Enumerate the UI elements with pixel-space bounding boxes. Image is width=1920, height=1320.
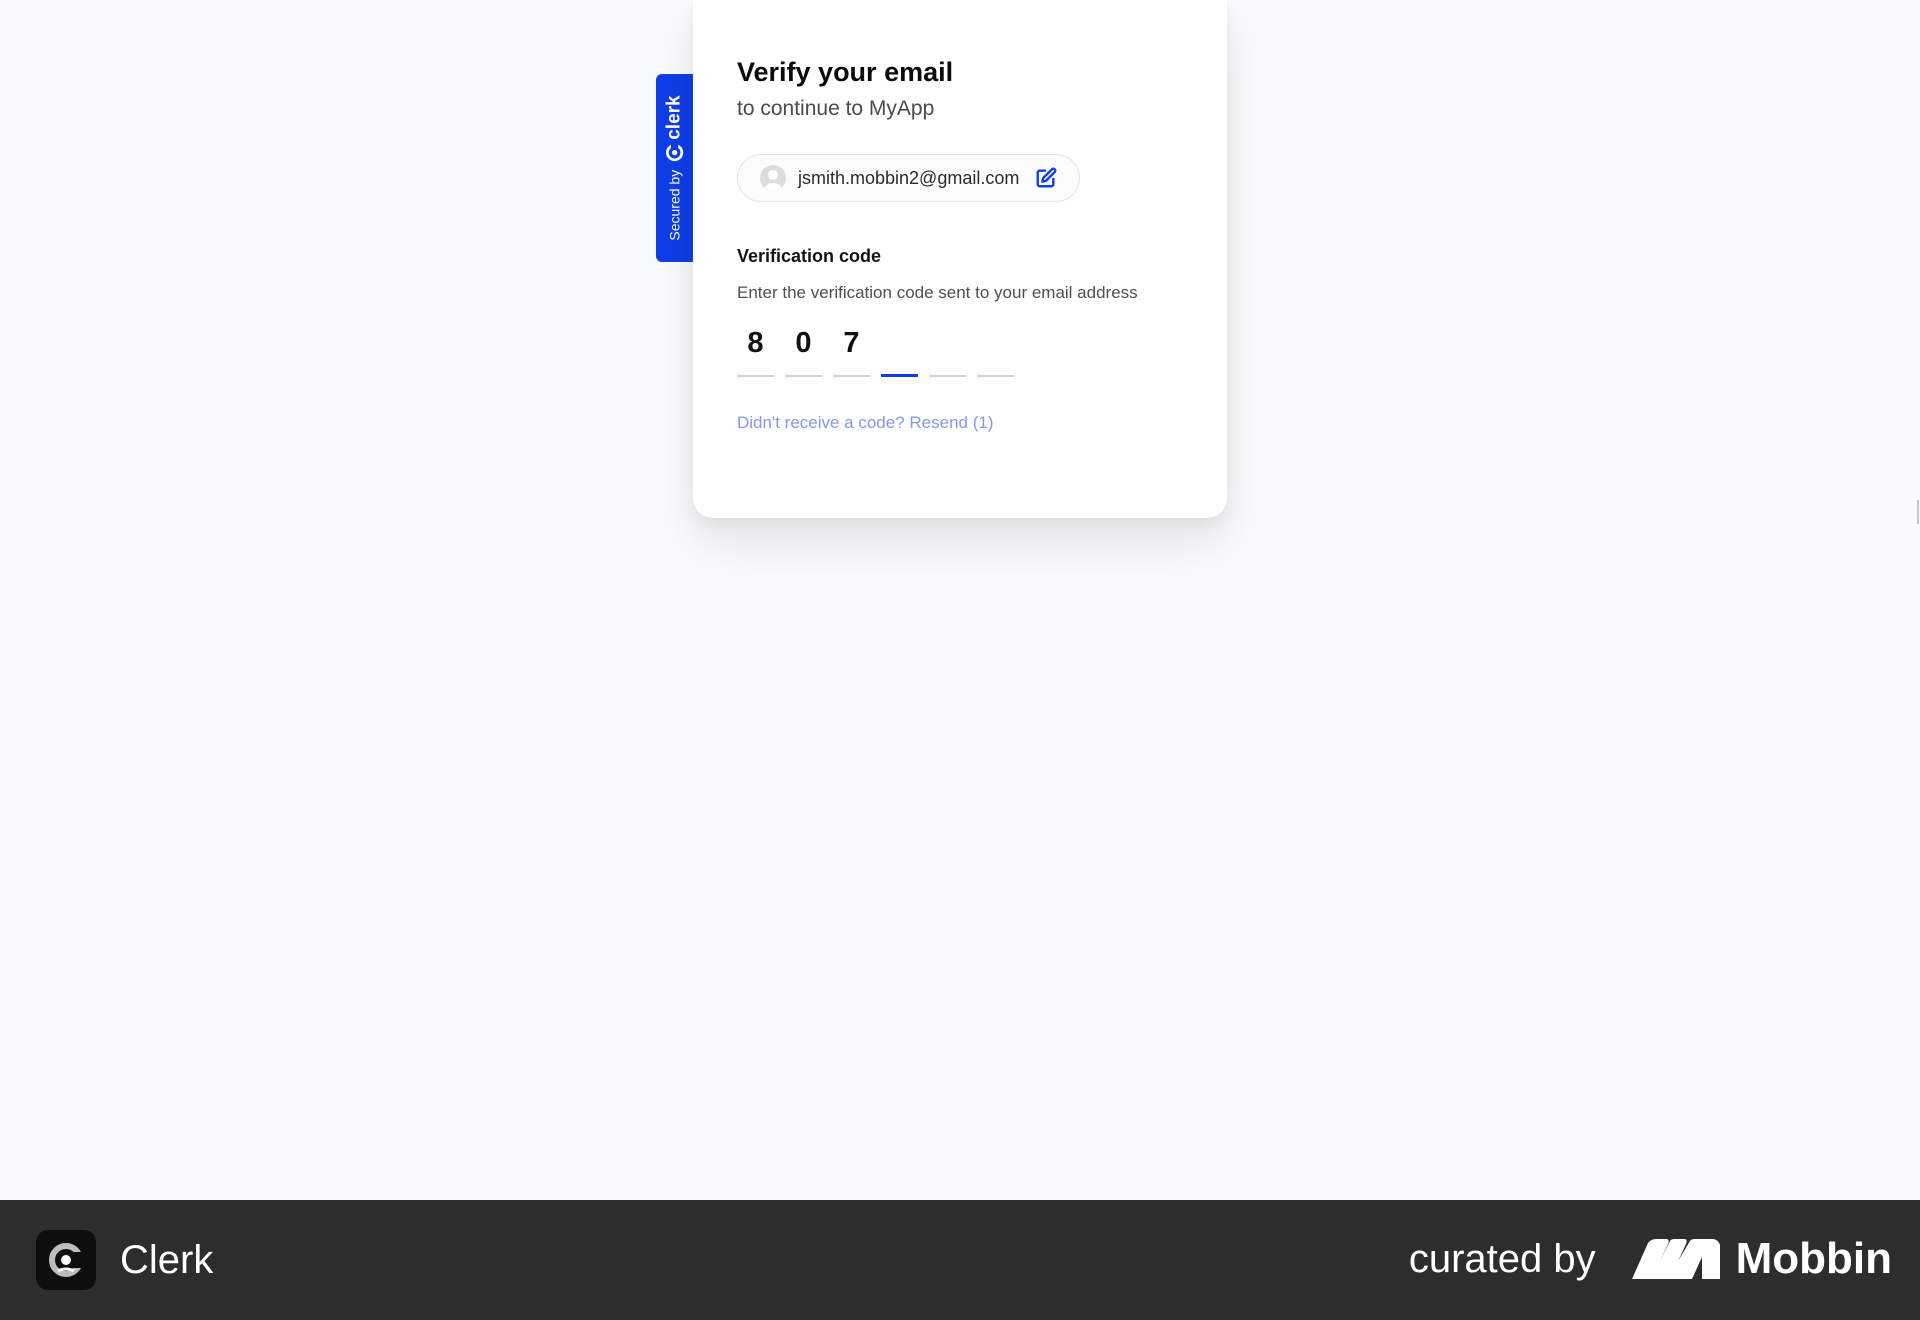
otp-digit-5[interactable] — [929, 321, 966, 377]
verification-code-label: Verification code — [737, 246, 882, 266]
otp-digit-4[interactable] — [881, 321, 918, 377]
edit-pencil-icon[interactable] — [1035, 167, 1057, 189]
verification-code-hint: Enter the verification code sent to your… — [737, 283, 1138, 302]
otp-digit-2[interactable]: 0 — [785, 321, 822, 377]
resend-code-link[interactable]: Didn't receive a code? Resend (1) — [737, 413, 994, 433]
curated-by-label: curated by — [1408, 1236, 1596, 1281]
secured-by-label: Secured by — [667, 169, 684, 241]
verify-email-card: Verify your email to continue to MyApp j… — [693, 0, 1227, 518]
secured-by-clerk-badge[interactable]: Secured by clerk — [656, 74, 694, 262]
identity-preview: jsmith.mobbin2@gmail.com — [737, 154, 1081, 202]
identity-email: jsmith.mobbin2@gmail.com — [798, 167, 1020, 188]
clerk-logo-icon — [666, 143, 684, 162]
otp-digit-1[interactable]: 8 — [737, 321, 774, 377]
curator-name: Mobbin — [1735, 1234, 1892, 1283]
clerk-brand-name: clerk — [664, 95, 686, 140]
footer-bar: Clerk curated by Mobbin — [0, 1200, 1920, 1320]
app-name: Clerk — [120, 1237, 214, 1282]
page-background: Secured by clerk Verify your email to co… — [0, 0, 1920, 1200]
otp-digit-6[interactable] — [977, 321, 1014, 377]
clerk-app-icon — [36, 1230, 96, 1290]
mobbin-logo-icon — [1631, 1239, 1720, 1279]
card-title: Verify your email — [737, 57, 954, 87]
user-avatar-icon — [760, 165, 786, 191]
otp-digit-3[interactable]: 7 — [833, 321, 870, 377]
clerk-brand: clerk — [664, 95, 686, 162]
window-edge-handle — [1917, 500, 1919, 524]
otp-input-group: 8 0 7 — [737, 321, 1183, 377]
card-subtitle: to continue to MyApp — [737, 97, 935, 120]
